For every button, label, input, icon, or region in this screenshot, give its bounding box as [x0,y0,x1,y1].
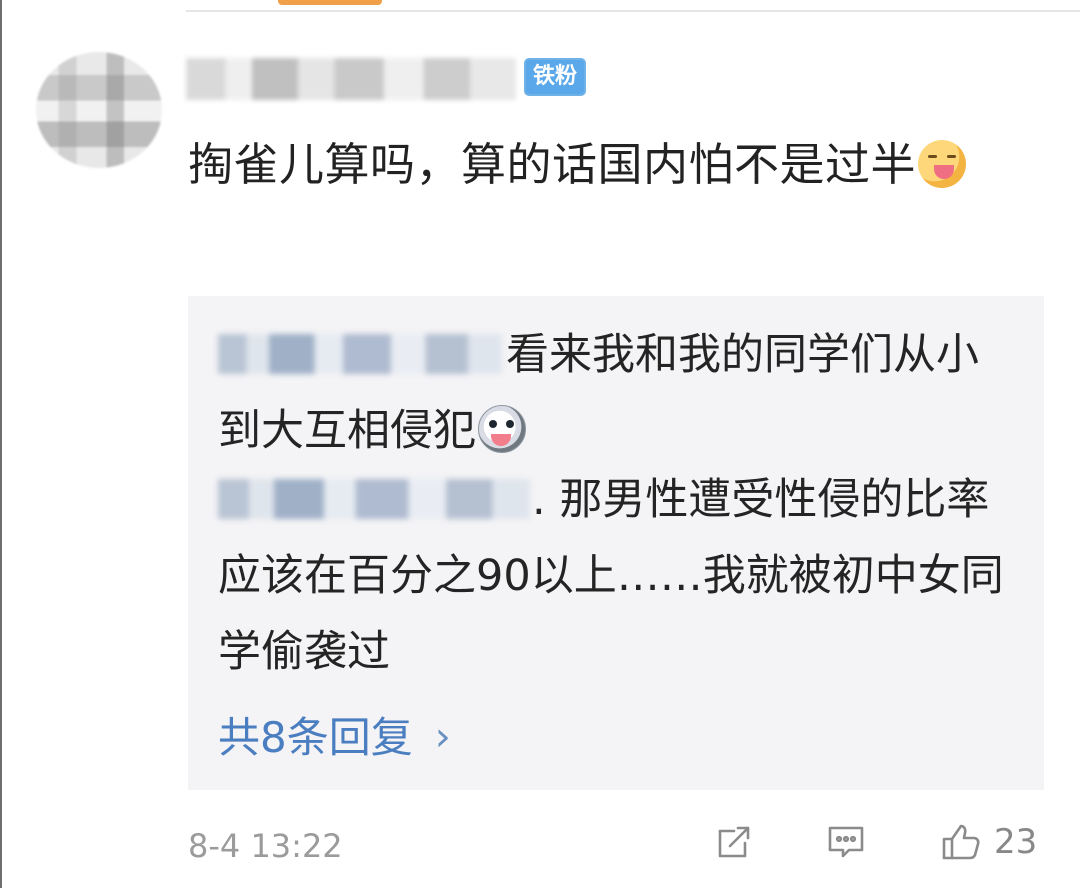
comment-timestamp: 8-4 13:22 [188,827,343,865]
screen-frame-border [0,0,2,888]
redacted-reply-author[interactable] [218,334,502,374]
dog-face-icon [478,405,526,453]
avatar[interactable] [36,52,162,168]
comment-content: 掏雀儿算吗，算的话国内怕不是过半 [188,126,1034,204]
redacted-username[interactable] [186,58,516,100]
view-replies-link[interactable]: 共8条回复 › [218,702,451,773]
reply-preview-panel[interactable]: 看来我和我的同学们从小到大互相侵犯 . 那男性遭受性侵的比率应该在百分之90以上… [188,296,1044,790]
reply-item: . 那男性遭受性侵的比率应该在百分之90以上……我就被初中女同学偷袭过 [218,462,1004,690]
fan-badge: 铁粉 [524,58,586,96]
view-replies-label: 共8条回复 [218,713,413,762]
top-divider [186,10,1080,12]
comment-button[interactable] [822,818,876,866]
chevron-right-icon: › [434,714,451,760]
like-count: 23 [994,822,1038,862]
thumbs-up-icon [942,824,980,860]
share-icon [718,826,750,858]
reply-item: 看来我和我的同学们从小到大互相侵犯 [218,317,1004,469]
yum-face-icon [918,140,967,188]
comment-icon [828,826,864,858]
share-button[interactable] [710,818,764,866]
comment-text: 掏雀儿算吗，算的话国内怕不是过半 [188,138,917,191]
top-edge-highlight [278,0,382,5]
like-button[interactable]: 23 [936,818,1048,866]
redacted-reply-author[interactable] [218,479,530,519]
